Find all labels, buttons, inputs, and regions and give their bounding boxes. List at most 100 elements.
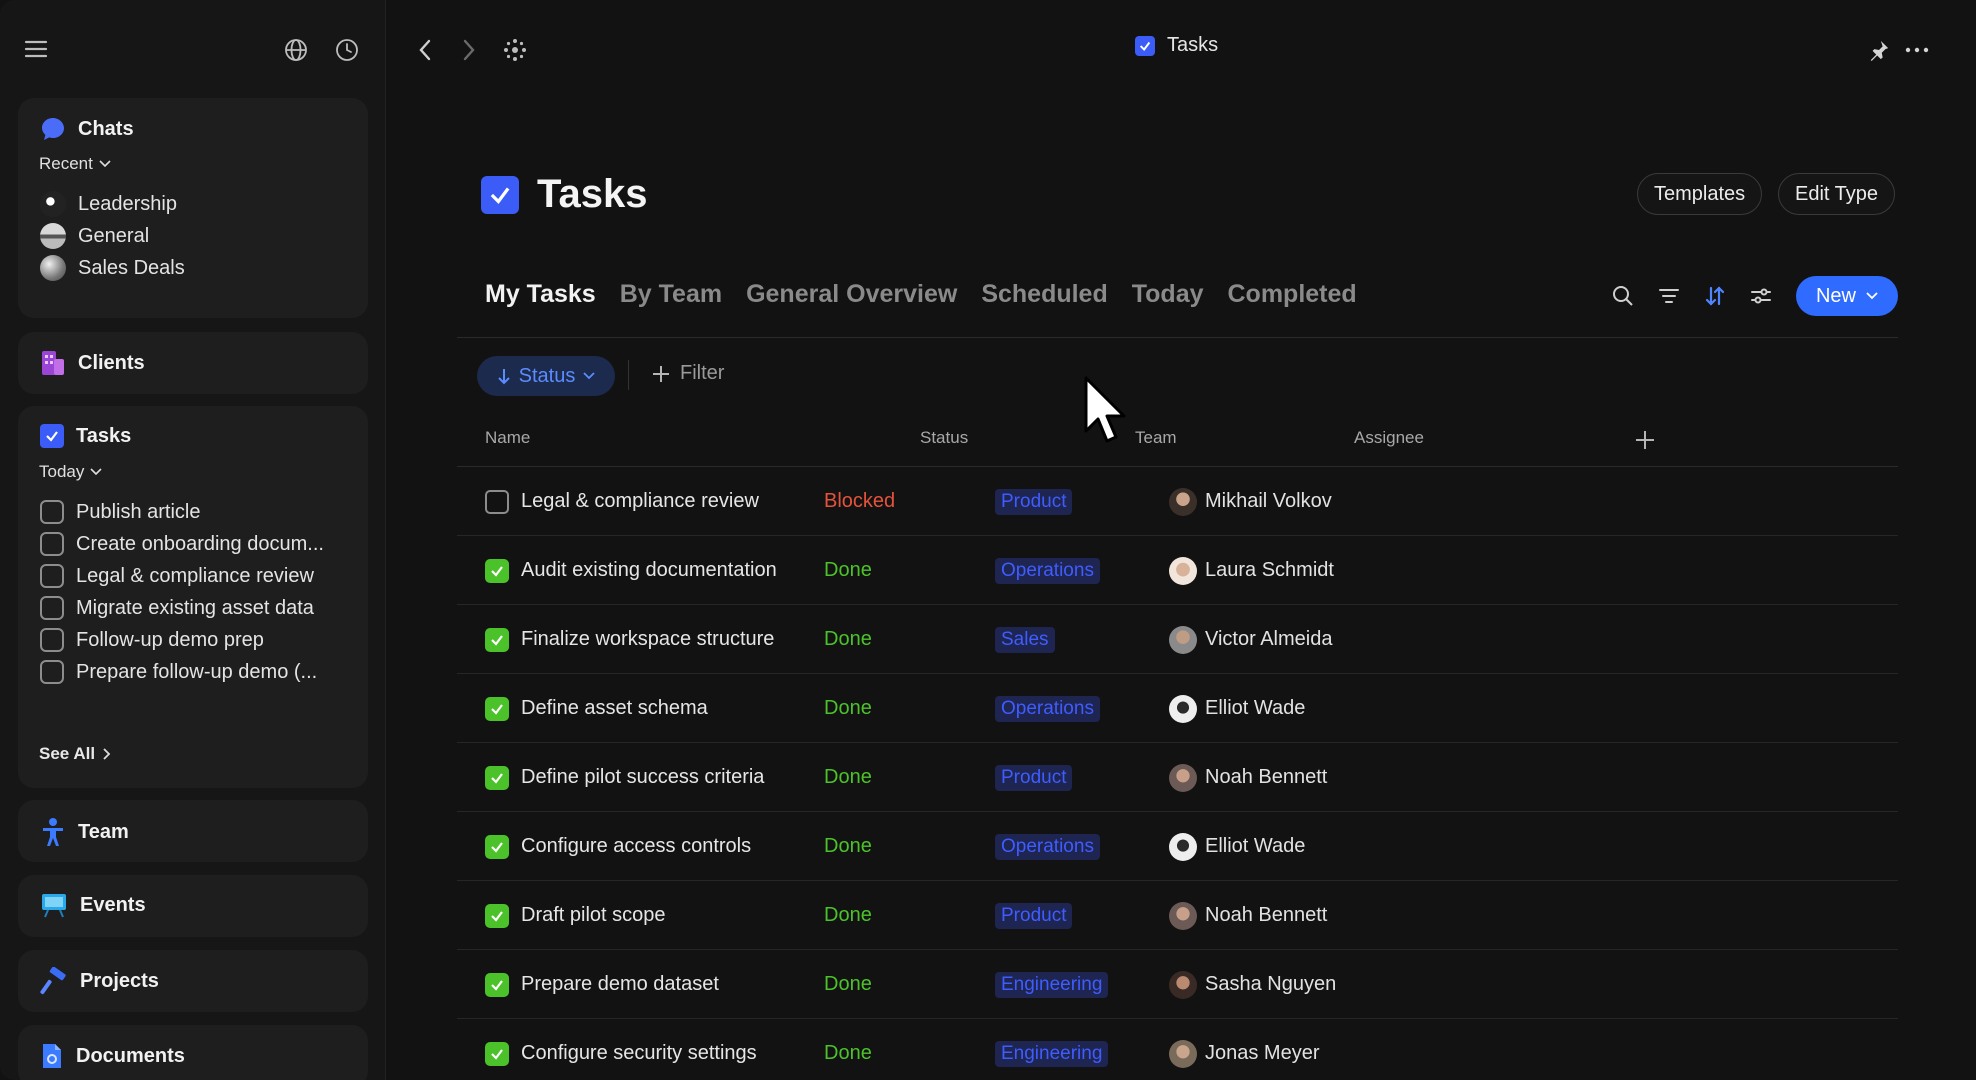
chat-item-leadership[interactable]: Leadership (40, 188, 177, 220)
column-header-team[interactable]: Team (1135, 428, 1177, 448)
task-checkbox-checked[interactable] (485, 1041, 509, 1066)
task-checkbox-checked[interactable] (485, 558, 509, 583)
person-icon (43, 818, 63, 846)
table-row[interactable]: Define pilot success criteria Done Produ… (457, 743, 1898, 812)
assignee-name: Jonas Meyer (1205, 1042, 1320, 1064)
documents-card[interactable]: Documents (18, 1025, 368, 1080)
task-status: Done (824, 904, 872, 926)
task-name: Finalize workspace structure (521, 628, 775, 650)
sort-arrows-icon[interactable] (1701, 282, 1729, 310)
table-row[interactable]: Configure security settings Done Enginee… (457, 1019, 1898, 1080)
tab-today[interactable]: Today (1132, 280, 1204, 309)
menu-icon[interactable] (22, 36, 50, 62)
sidebar-task-item[interactable]: Publish article (40, 496, 201, 528)
tasks-title: Tasks (76, 424, 132, 447)
assignee-name: Laura Schmidt (1205, 559, 1334, 581)
chats-header[interactable]: Chats (40, 116, 134, 142)
task-checkbox[interactable] (40, 628, 64, 652)
task-checkbox[interactable] (40, 500, 64, 524)
tab-by-team[interactable]: By Team (620, 280, 722, 309)
task-status: Done (824, 835, 872, 857)
table-row[interactable]: Finalize workspace structure Done Sales … (457, 605, 1898, 674)
chats-recent-dropdown[interactable]: Recent (39, 154, 111, 174)
team-card[interactable]: Team (18, 800, 368, 862)
general-avatar-icon (40, 223, 66, 249)
sidebar-task-item[interactable]: Prepare follow-up demo (... (40, 656, 317, 688)
tab-scheduled[interactable]: Scheduled (981, 280, 1107, 309)
chat-item-sales-deals[interactable]: Sales Deals (40, 252, 185, 284)
sliders-icon[interactable] (1747, 282, 1775, 310)
view-tabs: My Tasks By Team General Overview Schedu… (485, 280, 1357, 309)
chevron-right-icon (103, 748, 111, 760)
task-checkbox-checked[interactable] (485, 972, 509, 997)
task-checkbox-checked[interactable] (485, 696, 509, 721)
table-row[interactable]: Prepare demo dataset Done Engineering Sa… (457, 950, 1898, 1019)
team-cell: Engineering (995, 1019, 1109, 1080)
task-checkbox-checked[interactable] (485, 834, 509, 859)
task-checkbox[interactable] (40, 532, 64, 556)
tasks-header[interactable]: Tasks (40, 424, 131, 448)
task-name: Define pilot success criteria (521, 766, 765, 788)
leadership-avatar-icon (40, 191, 66, 217)
sidebar-toolbar (0, 0, 386, 96)
table-row[interactable]: Define asset schema Done Operations Elli… (457, 674, 1898, 743)
task-checkbox[interactable] (40, 596, 64, 620)
task-checkbox-checked[interactable] (485, 765, 509, 790)
column-header-status[interactable]: Status (920, 428, 968, 448)
chats-recent-label: Recent (39, 154, 93, 173)
sidebar-task-label: Prepare follow-up demo (... (76, 660, 318, 683)
sidebar-task-item[interactable]: Legal & compliance review (40, 560, 314, 592)
history-clock-icon[interactable] (333, 36, 361, 64)
task-name-cell: Draft pilot scope (485, 881, 666, 950)
team-badge: Product (995, 488, 1073, 515)
status-sort-chip[interactable]: Status (477, 356, 615, 396)
tab-general-overview[interactable]: General Overview (746, 280, 957, 309)
tasks-today-dropdown[interactable]: Today (39, 462, 102, 482)
tab-completed[interactable]: Completed (1228, 280, 1357, 309)
sidebar-task-item[interactable]: Create onboarding docum... (40, 528, 324, 560)
table-row[interactable]: Configure access controls Done Operation… (457, 812, 1898, 881)
new-button-label: New (1815, 284, 1856, 307)
filter-lines-icon[interactable] (1655, 282, 1683, 310)
assignee-cell: Jonas Meyer (1169, 1019, 1320, 1080)
back-arrow-icon[interactable] (413, 36, 437, 64)
projects-card[interactable]: Projects (18, 950, 368, 1012)
tab-my-tasks[interactable]: My Tasks (485, 280, 596, 309)
clients-card[interactable]: Clients (18, 332, 368, 394)
column-header-name[interactable]: Name (485, 428, 530, 448)
assignee-name: Sasha Nguyen (1205, 973, 1337, 995)
table-row[interactable]: Legal & compliance review Blocked Produc… (457, 467, 1898, 536)
team-cell: Sales (995, 605, 1055, 674)
events-card[interactable]: Events (18, 875, 368, 937)
pin-icon[interactable] (1865, 36, 1893, 64)
sidebar-task-item[interactable]: Migrate existing asset data (40, 592, 314, 624)
team-cell: Product (995, 743, 1073, 812)
chat-item-label: General (78, 224, 150, 247)
assignee-avatar (1169, 763, 1197, 792)
globe-icon[interactable] (282, 36, 310, 64)
add-column-plus-icon[interactable] (1633, 428, 1659, 454)
graph-dots-icon[interactable] (501, 36, 529, 64)
column-header-assignee[interactable]: Assignee (1354, 428, 1424, 448)
task-name: Prepare demo dataset (521, 973, 719, 995)
add-filter-button[interactable]: Filter (652, 362, 724, 385)
edit-type-button[interactable]: Edit Type (1778, 173, 1896, 215)
templates-button[interactable]: Templates (1637, 173, 1763, 215)
task-checkbox[interactable] (40, 564, 64, 588)
search-icon[interactable] (1609, 282, 1637, 310)
sidebar-task-item[interactable]: Follow-up demo prep (40, 624, 264, 656)
projects-title: Projects (80, 969, 159, 992)
task-checkbox[interactable] (485, 489, 509, 514)
task-checkbox-checked[interactable] (485, 627, 509, 652)
table-row[interactable]: Draft pilot scope Done Product Noah Benn… (457, 881, 1898, 950)
task-checkbox-checked[interactable] (485, 903, 509, 928)
new-button[interactable]: New (1796, 276, 1898, 316)
team-title: Team (78, 820, 129, 843)
forward-arrow-icon[interactable] (457, 36, 481, 64)
task-checkbox[interactable] (40, 660, 64, 684)
table-row[interactable]: Audit existing documentation Done Operat… (457, 536, 1898, 605)
more-options-icon[interactable] (1902, 36, 1932, 64)
chat-item-general[interactable]: General (40, 220, 149, 252)
team-badge: Sales (995, 626, 1055, 653)
see-all-link[interactable]: See All (39, 744, 111, 764)
